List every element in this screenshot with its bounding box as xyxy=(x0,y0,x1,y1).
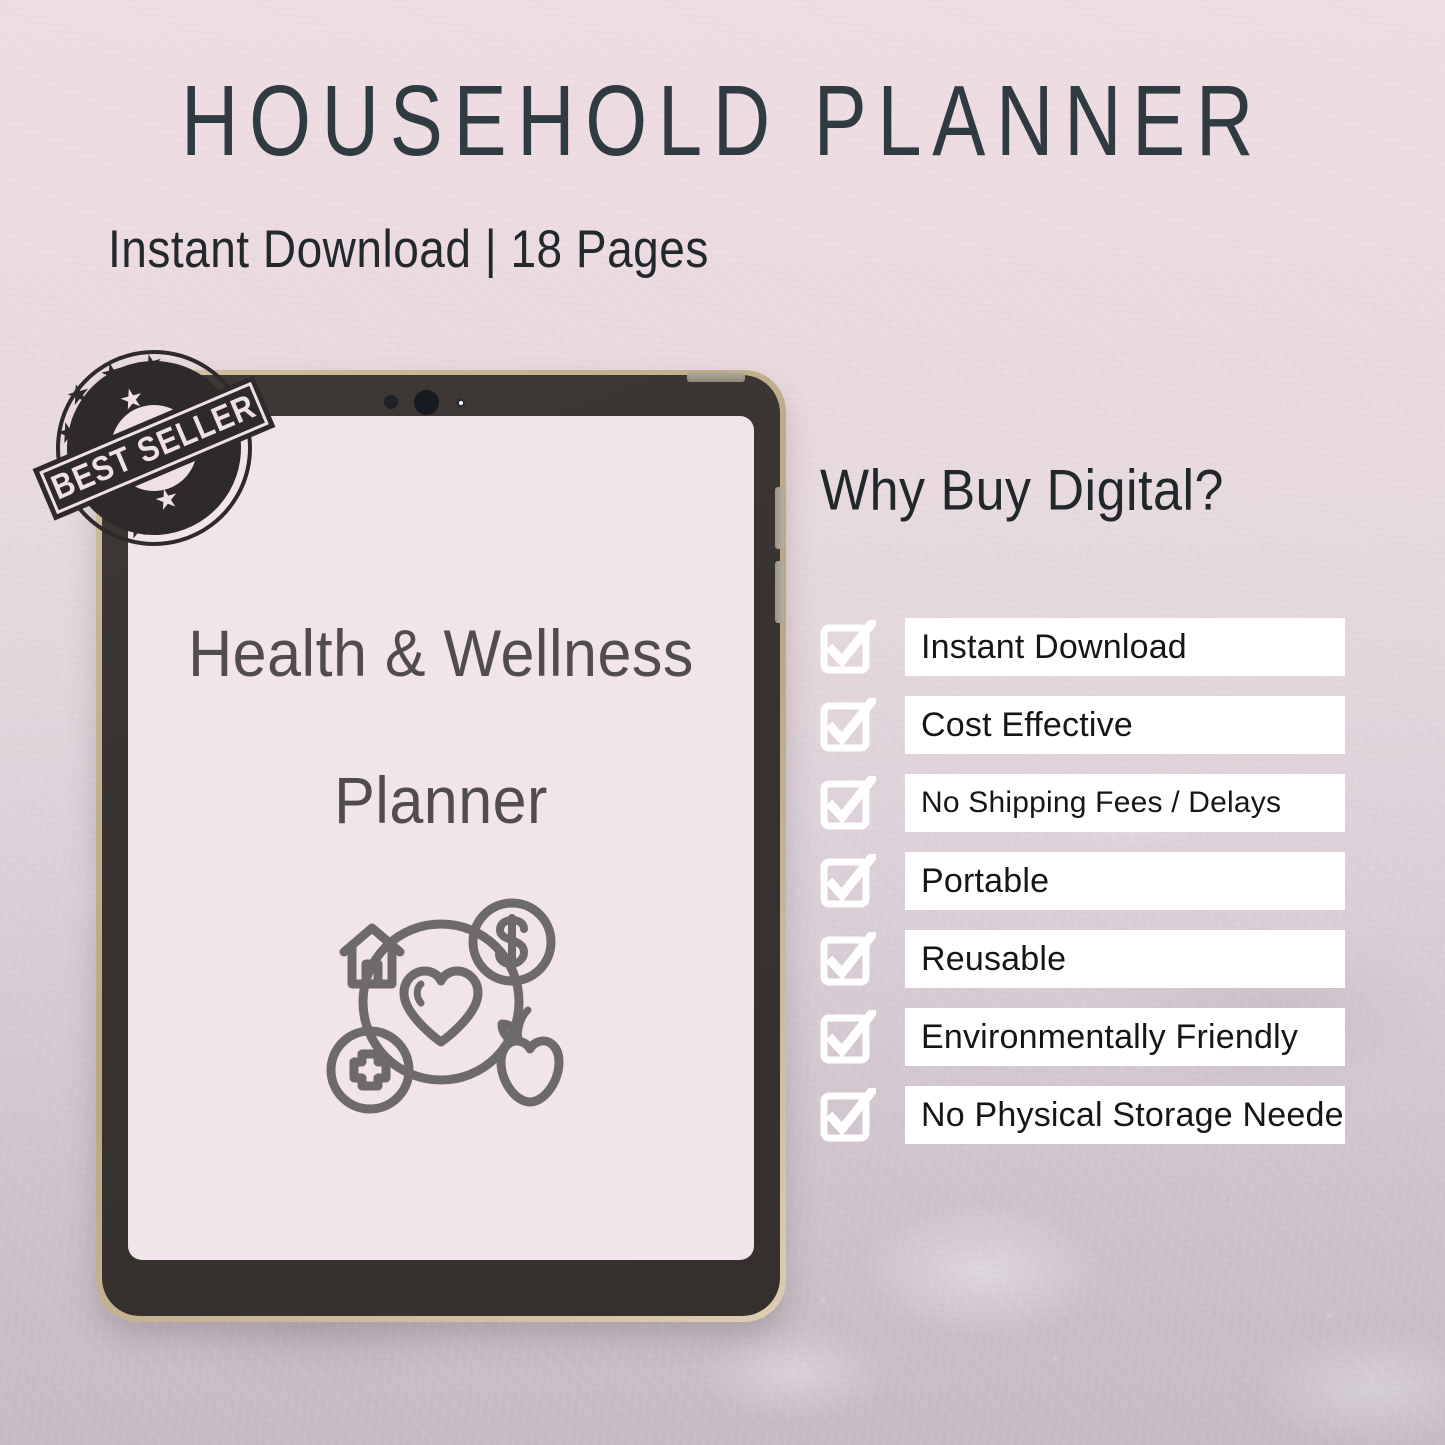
list-item[interactable]: Instant Download xyxy=(820,618,1345,676)
list-item[interactable]: Environmentally Friendly xyxy=(820,1008,1345,1066)
list-item-label: Portable xyxy=(905,852,1345,910)
list-item[interactable]: Portable xyxy=(820,852,1345,910)
page-subtitle: Instant Download | 18 Pages xyxy=(108,218,709,279)
list-item-label: Reusable xyxy=(905,930,1345,988)
page-title: HOUSEHOLD PLANNER xyxy=(180,65,1265,177)
checkbox-checked-icon[interactable] xyxy=(820,776,876,830)
list-item-label: Cost Effective xyxy=(905,696,1345,754)
benefits-heading: Why Buy Digital? xyxy=(820,458,1224,523)
list-item[interactable]: No Shipping Fees / Delays xyxy=(820,774,1345,832)
volume-down-button[interactable] xyxy=(775,561,784,623)
list-item-label: Environmentally Friendly xyxy=(905,1008,1345,1066)
sensor-dot-icon xyxy=(384,395,398,409)
flash-dot-icon xyxy=(456,398,465,407)
camera-lens-icon xyxy=(414,390,439,415)
list-item[interactable]: Reusable xyxy=(820,930,1345,988)
checkbox-checked-icon[interactable] xyxy=(820,854,876,908)
listing-canvas: HOUSEHOLD PLANNER Instant Download | 18 … xyxy=(0,0,1445,1445)
list-item-label: Instant Download xyxy=(905,618,1345,676)
checkbox-checked-icon[interactable] xyxy=(820,620,876,674)
tablet-screen: Health & Wellness Planner xyxy=(128,416,754,1260)
list-item-label: No Shipping Fees / Delays xyxy=(905,774,1345,832)
power-button[interactable] xyxy=(687,372,745,382)
screen-title-line-1: Health & Wellness xyxy=(188,616,694,691)
checkbox-checked-icon[interactable] xyxy=(820,932,876,986)
list-item[interactable]: Cost Effective xyxy=(820,696,1345,754)
checkbox-checked-icon[interactable] xyxy=(820,698,876,752)
list-item[interactable]: No Physical Storage Needed xyxy=(820,1086,1345,1144)
checkbox-checked-icon[interactable] xyxy=(820,1010,876,1064)
volume-up-button[interactable] xyxy=(775,487,784,549)
list-item-label: No Physical Storage Needed xyxy=(905,1086,1345,1144)
screen-title-line-2: Planner xyxy=(334,763,548,838)
benefits-list: Instant Download Cost Effective No Shipp… xyxy=(820,618,1345,1164)
health-wellness-circle-icon xyxy=(326,898,564,1114)
checkbox-checked-icon[interactable] xyxy=(820,1088,876,1142)
